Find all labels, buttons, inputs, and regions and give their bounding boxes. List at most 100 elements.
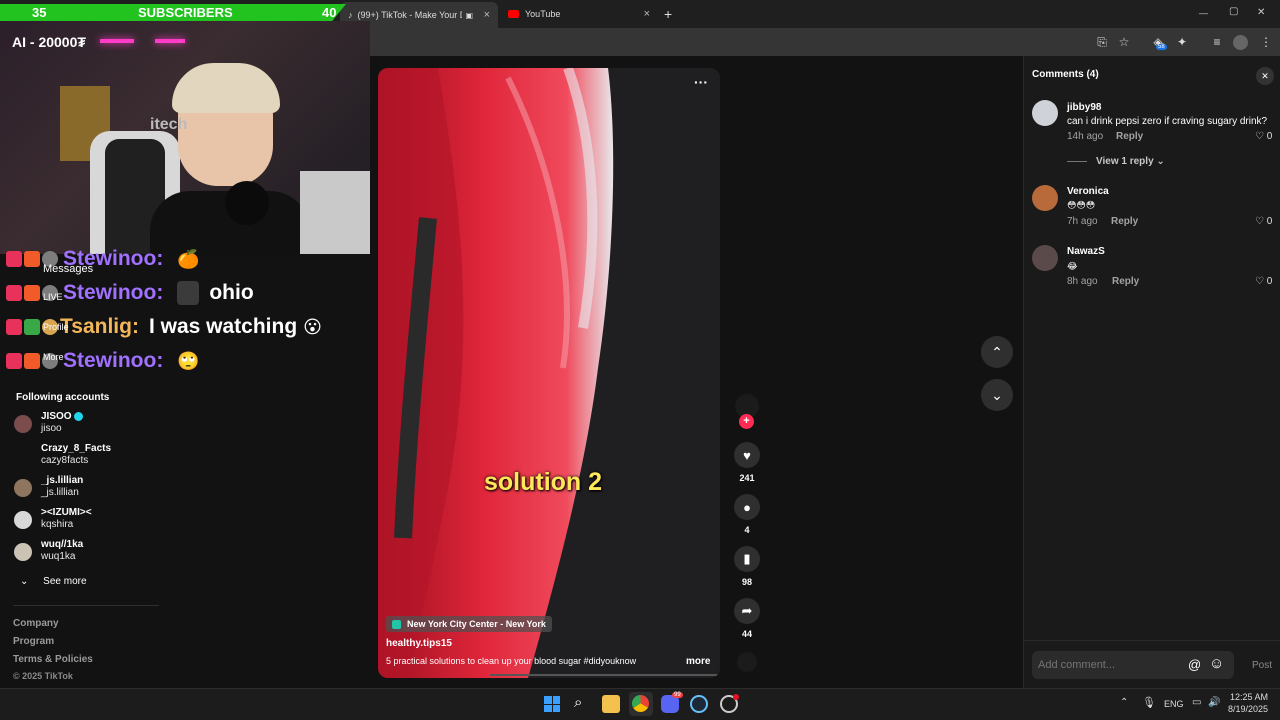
- steam-icon[interactable]: [690, 695, 708, 713]
- comment-text: 😂: [1067, 261, 1078, 271]
- chat-username: Tsanlig:: [60, 315, 139, 338]
- chevron-down-icon: ⌄: [1156, 156, 1165, 167]
- bookmark-star-icon[interactable]: ☆: [1116, 34, 1132, 50]
- avatar[interactable]: [1032, 100, 1058, 126]
- next-video-button[interactable]: ⌄: [981, 379, 1013, 411]
- sidebar-item-profile[interactable]: Profile: [43, 322, 69, 332]
- location-tag[interactable]: New York City Center - New York: [386, 616, 552, 632]
- share-count: 44: [741, 629, 752, 639]
- previous-video-button[interactable]: ⌃: [981, 336, 1013, 368]
- new-tab-button[interactable]: +: [664, 6, 672, 22]
- see-more-label: See more: [43, 576, 87, 587]
- reply-button[interactable]: Reply: [1112, 276, 1139, 287]
- emoji-button[interactable]: ☺: [1209, 655, 1224, 672]
- volume-icon[interactable]: 🔊: [1208, 697, 1220, 708]
- avatar: [14, 415, 32, 433]
- footer-program[interactable]: Program: [13, 636, 54, 647]
- following-account[interactable]: Crazy_8_Facts cazy8facts: [14, 443, 111, 473]
- reply-button[interactable]: Reply: [1116, 131, 1143, 142]
- close-tab-icon[interactable]: ×: [644, 8, 650, 20]
- chrome-icon[interactable]: [632, 695, 649, 712]
- close-tab-icon[interactable]: ×: [484, 9, 490, 21]
- reply-button[interactable]: Reply: [1111, 216, 1138, 227]
- sub-goal-label: SUBSCRIBERS: [138, 5, 233, 20]
- emote-icon: 😮: [303, 316, 322, 337]
- share-button[interactable]: ➦ 44: [734, 598, 760, 639]
- avatar: [14, 511, 32, 529]
- music-disc-icon[interactable]: [737, 652, 757, 672]
- footer-company[interactable]: Company: [13, 618, 59, 629]
- tab-audio-icon[interactable]: ▣: [466, 11, 474, 20]
- account-name-text: JISOO: [41, 411, 72, 422]
- windows-start-icon[interactable]: [544, 696, 560, 712]
- neon-light: [100, 39, 134, 43]
- following-account[interactable]: wuq//1ka wuq1ka: [14, 539, 83, 569]
- account-name: ><IZUMI><: [41, 507, 92, 518]
- share-icon: ➦: [734, 598, 760, 624]
- following-account[interactable]: _js.lillian _js.lillian: [14, 475, 83, 505]
- sidebar-item-live[interactable]: LIVE: [43, 292, 63, 302]
- comment-input[interactable]: [1038, 656, 1178, 674]
- following-account[interactable]: ><IZUMI>< kqshira: [14, 507, 92, 537]
- kebab-menu-icon[interactable]: ⋮: [1258, 34, 1274, 50]
- search-icon[interactable]: ⌕: [574, 694, 582, 711]
- post-comment-button[interactable]: Post: [1252, 660, 1272, 671]
- sub-goal-target: 40: [322, 5, 337, 20]
- account-name: wuq//1ka: [41, 539, 84, 550]
- chat-badge: [6, 319, 22, 335]
- tab-youtube[interactable]: YouTube ×: [500, 4, 658, 24]
- video-more-menu[interactable]: ···: [694, 74, 708, 90]
- media-control-icon[interactable]: ≡: [1209, 34, 1225, 50]
- footer-terms[interactable]: Terms & Policies: [13, 654, 93, 665]
- pc-case: [300, 171, 370, 254]
- mention-button[interactable]: @: [1188, 657, 1201, 672]
- tray-chevron-up-icon[interactable]: ⌃: [1120, 697, 1128, 708]
- comment-like-count: 0: [1266, 131, 1273, 142]
- video-player[interactable]: ··· solution 2 New York City Center - Ne…: [378, 68, 720, 678]
- comment-author[interactable]: NawazS: [1067, 246, 1105, 257]
- chat-badge: [24, 285, 40, 301]
- install-app-icon[interactable]: ⎘: [1094, 34, 1110, 50]
- maximize-button[interactable]: ▢: [1229, 6, 1238, 17]
- profile-avatar[interactable]: [1233, 35, 1248, 50]
- video-author[interactable]: healthy.tips15: [386, 638, 452, 649]
- like-button[interactable]: ♥ 241: [734, 442, 760, 483]
- account-username: jisoo: [41, 423, 62, 434]
- sidebar-item-messages[interactable]: Messages: [43, 263, 93, 275]
- comment-button[interactable]: ● 4: [734, 494, 760, 535]
- comment-like-button[interactable]: ♡ 0: [1255, 216, 1272, 227]
- save-button[interactable]: ▮ 98: [734, 546, 760, 587]
- close-comments-button[interactable]: ✕: [1256, 67, 1274, 85]
- comment-author[interactable]: jibby98: [1067, 102, 1101, 113]
- comment-like-count: 0: [1266, 276, 1273, 287]
- network-icon[interactable]: ▭: [1192, 697, 1201, 708]
- comment-like-button[interactable]: ♡ 0: [1255, 131, 1272, 142]
- avatar[interactable]: [1032, 185, 1058, 211]
- following-account[interactable]: JISOO jisoo: [14, 411, 84, 441]
- video-progress-bar[interactable]: [490, 674, 720, 676]
- extension-badge: 58: [1156, 44, 1167, 50]
- video-frame: [378, 68, 720, 678]
- sidebar-item-more[interactable]: More: [43, 352, 64, 362]
- microphone-icon[interactable]: 🎙: [1142, 696, 1156, 709]
- follow-button[interactable]: +: [739, 414, 754, 429]
- avatar[interactable]: [1032, 245, 1058, 271]
- tab-youtube-label: YouTube: [525, 9, 561, 19]
- close-window-button[interactable]: ✕: [1257, 7, 1265, 18]
- puzzle-icon[interactable]: ✦: [1174, 34, 1190, 50]
- comment-like-count: 0: [1266, 216, 1273, 227]
- file-explorer-icon[interactable]: [602, 695, 620, 713]
- comment-like-button[interactable]: ♡ 0: [1255, 276, 1272, 287]
- minimize-button[interactable]: —: [1199, 8, 1208, 18]
- see-more-button[interactable]: ⌄ See more: [20, 576, 87, 587]
- chat-badge: [24, 251, 40, 267]
- description-more-link[interactable]: more: [686, 656, 710, 667]
- emote-icon: [177, 281, 200, 305]
- divider: [1067, 161, 1087, 162]
- clock[interactable]: 12:25 AM 8/19/2025: [1228, 692, 1268, 714]
- heart-outline-icon: ♡: [1255, 131, 1264, 142]
- comment-author[interactable]: Veronica: [1067, 186, 1109, 197]
- view-replies-button[interactable]: View 1 reply ⌄: [1096, 156, 1165, 167]
- language-indicator[interactable]: ENG: [1164, 699, 1184, 709]
- account-username: wuq1ka: [41, 551, 76, 562]
